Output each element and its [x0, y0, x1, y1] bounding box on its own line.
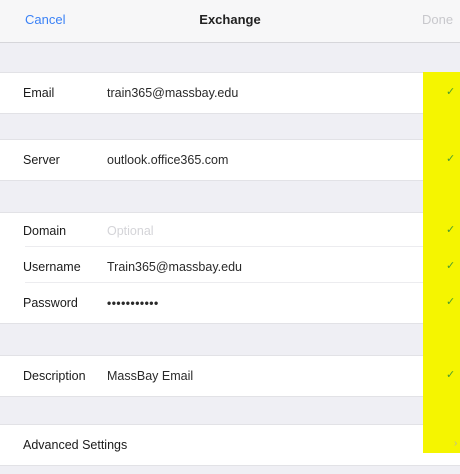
server-section: Server outlook.office365.com	[0, 139, 460, 181]
description-check-icon: ✓	[446, 369, 456, 381]
advanced-settings-row[interactable]: Advanced Settings	[0, 429, 460, 461]
email-check-icon: ✓	[446, 86, 456, 98]
page-title: Exchange	[199, 12, 261, 27]
description-field[interactable]: MassBay Email	[107, 360, 193, 392]
username-row[interactable]: Username Train365@massbay.edu	[0, 251, 460, 283]
description-label: Description	[23, 369, 86, 383]
email-label: Email	[23, 86, 55, 100]
server-label: Server	[23, 153, 60, 167]
username-label: Username	[23, 260, 81, 274]
domain-check-icon: ✓	[446, 224, 456, 236]
password-check-icon: ✓	[446, 296, 456, 308]
done-button[interactable]: Done	[422, 12, 453, 27]
email-field[interactable]: train365@massbay.edu	[107, 77, 238, 109]
email-row[interactable]: Email train365@massbay.edu	[0, 77, 460, 109]
chevron-right-icon: ›	[454, 438, 458, 449]
password-label: Password	[23, 296, 78, 310]
password-row[interactable]: Password •••••••••••	[0, 287, 460, 319]
description-row[interactable]: Description MassBay Email	[0, 360, 460, 392]
server-check-icon: ✓	[446, 153, 456, 165]
advanced-section: Advanced Settings	[0, 424, 460, 466]
domain-label: Domain	[23, 224, 67, 238]
password-field[interactable]: •••••••••••	[107, 287, 159, 319]
server-row[interactable]: Server outlook.office365.com	[0, 144, 460, 176]
domain-field[interactable]: Optional	[107, 215, 154, 247]
username-check-icon: ✓	[446, 260, 456, 272]
server-field[interactable]: outlook.office365.com	[107, 144, 228, 176]
domain-row[interactable]: Domain Optional	[0, 215, 460, 247]
description-section: Description MassBay Email	[0, 355, 460, 397]
email-section: Email train365@massbay.edu	[0, 72, 460, 114]
credentials-section: Domain Optional Username Train365@massba…	[0, 212, 460, 324]
nav-bar: Cancel Exchange Done	[0, 0, 460, 43]
username-field[interactable]: Train365@massbay.edu	[107, 251, 242, 283]
advanced-settings-label: Advanced Settings	[23, 438, 128, 452]
